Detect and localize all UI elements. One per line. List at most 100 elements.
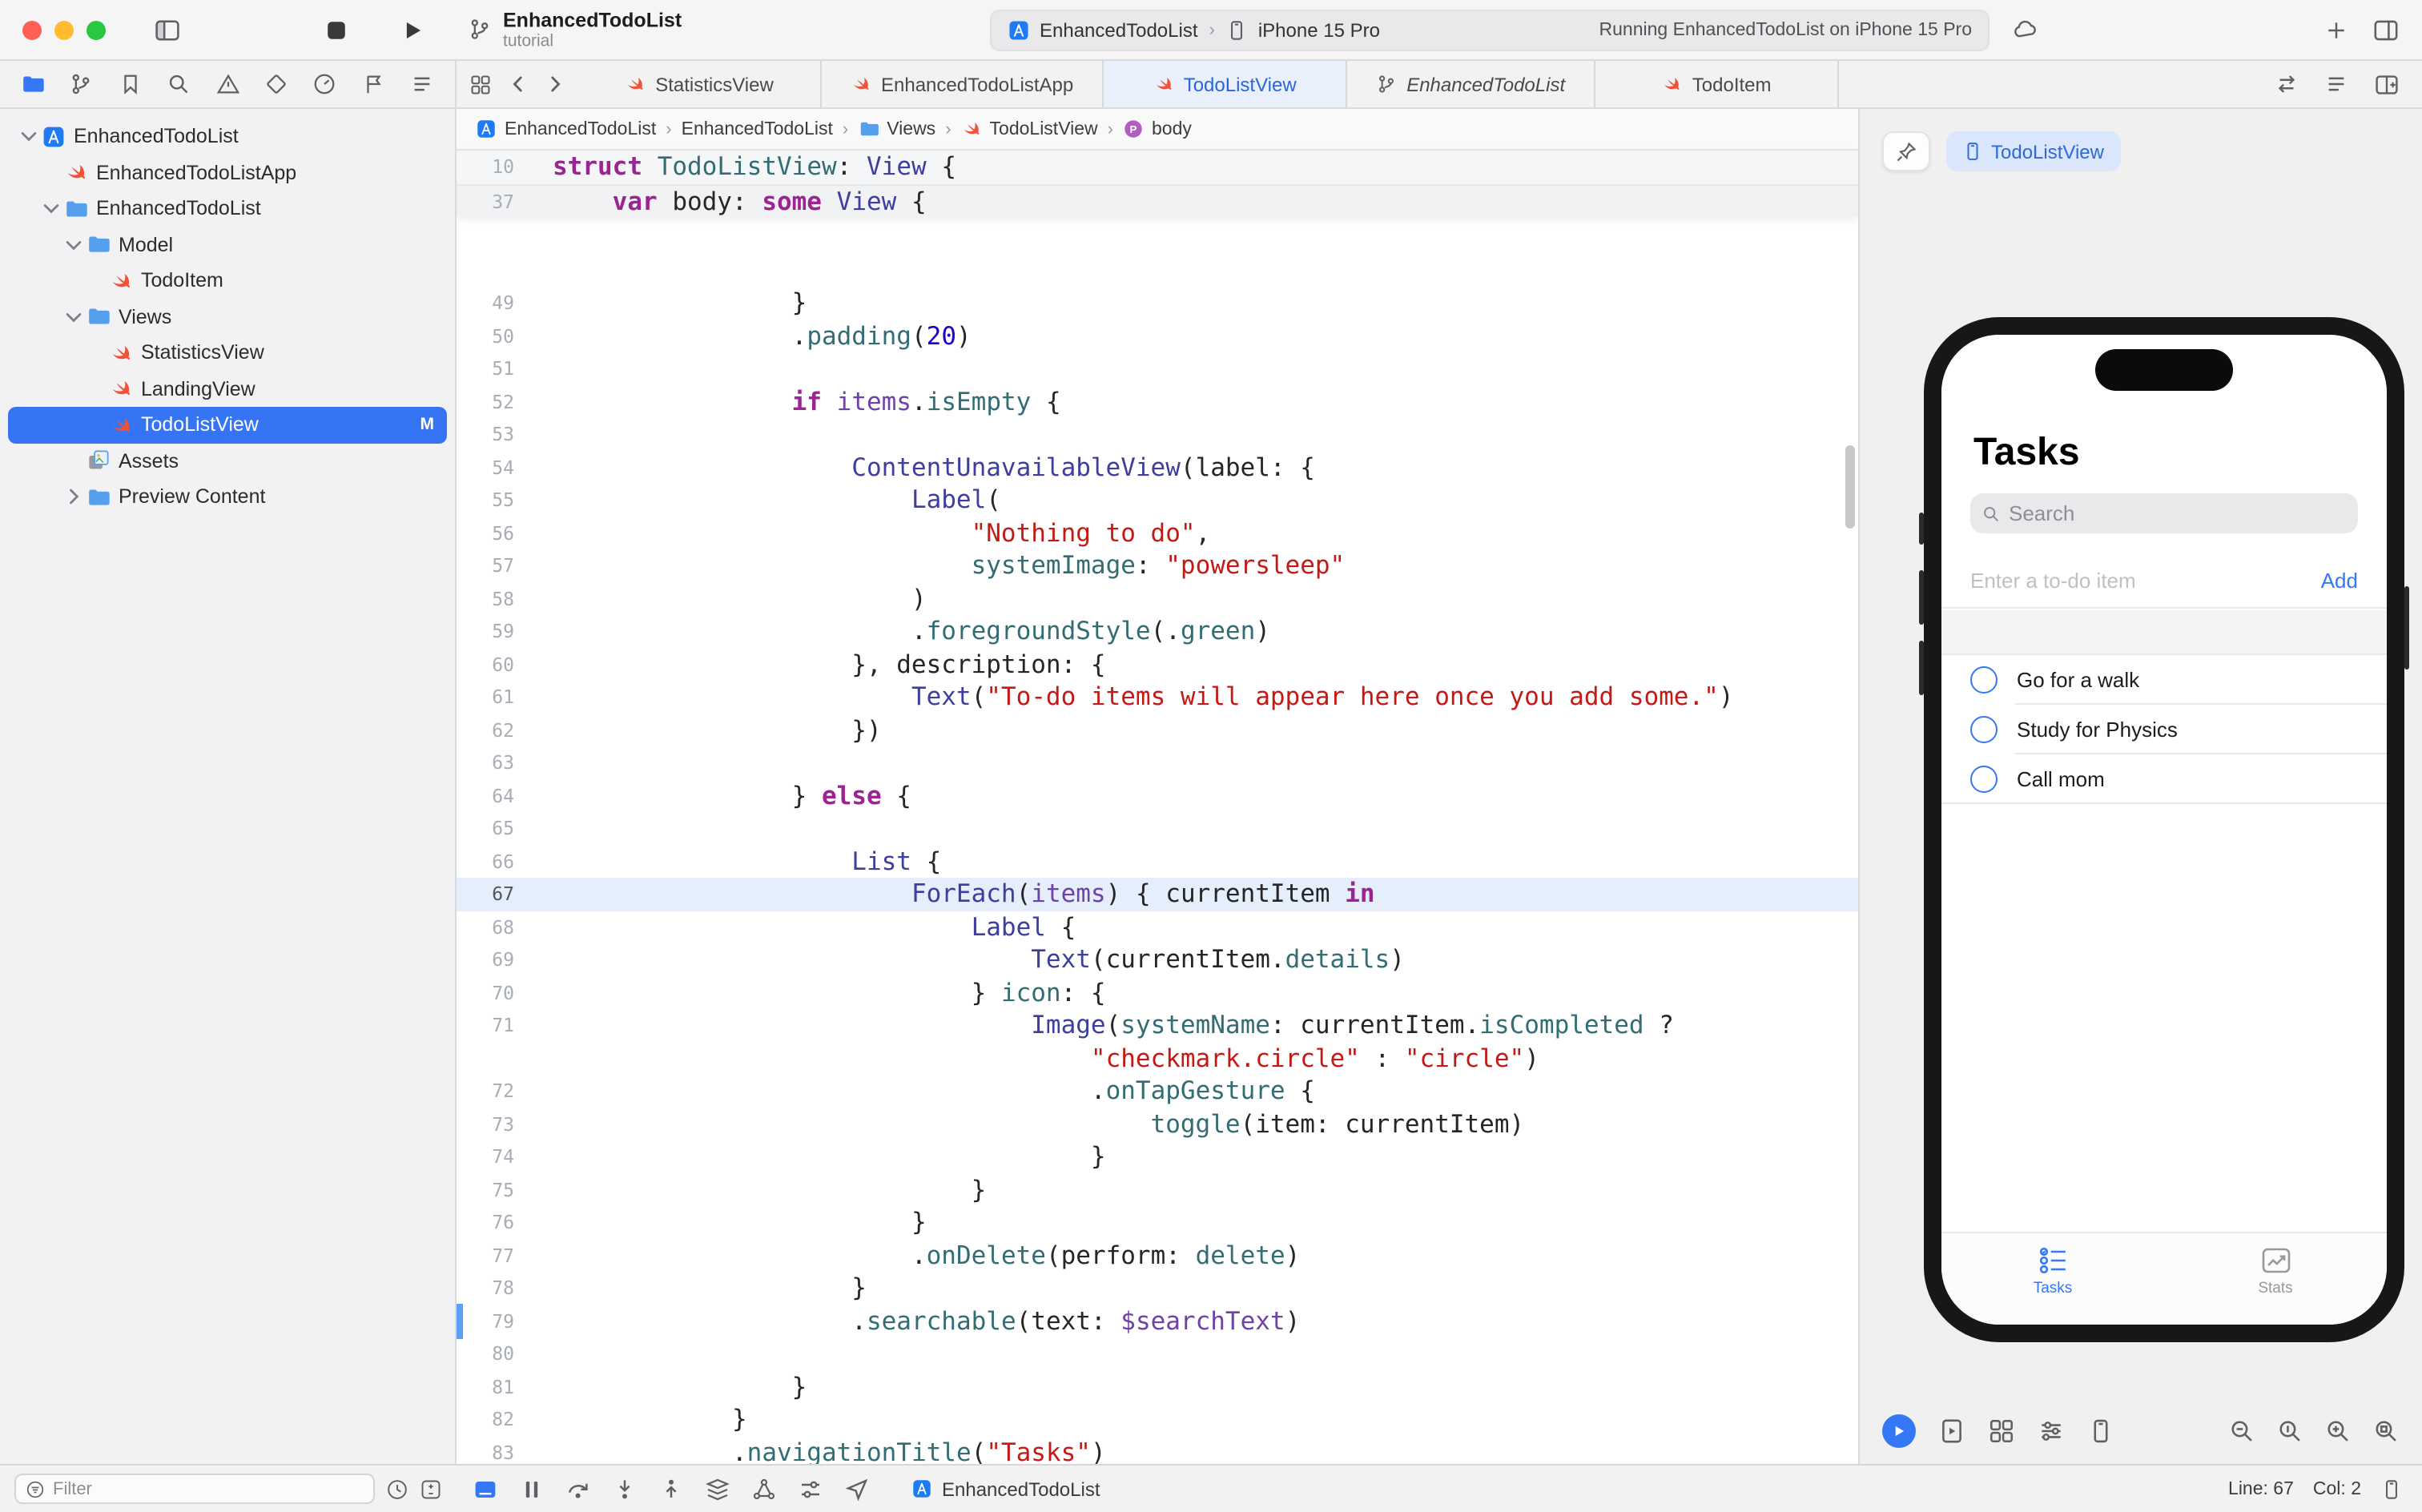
destination-device-icon	[1226, 18, 1249, 41]
jump-bar[interactable]: EnhancedTodoList› EnhancedTodoList› View…	[457, 109, 1858, 151]
sliders-icon[interactable]	[2038, 1417, 2065, 1444]
navigator-tab-breakpoints-icon[interactable]	[361, 72, 385, 96]
code-line-10: 10struct TodoListView: View {	[457, 151, 1858, 183]
navigator-tab-find-icon[interactable]	[167, 72, 191, 96]
preview-tab-tasks[interactable]: Tasks	[1941, 1233, 2164, 1325]
navigator-tab-tests-icon[interactable]	[264, 72, 288, 96]
simulate-location-icon[interactable]	[844, 1476, 870, 1502]
zoom-out-icon[interactable]	[2228, 1417, 2255, 1444]
breadcrumb-todolistview[interactable]: TodoListView	[961, 119, 1098, 139]
go-forward-icon[interactable]	[545, 74, 565, 94]
live-preview-button[interactable]	[1882, 1413, 1916, 1447]
navigator-tab-reports-icon[interactable]	[410, 72, 434, 96]
todo-circle-icon[interactable]	[1970, 666, 1998, 694]
breadcrumb-enhancedtodolist[interactable]: EnhancedTodoList	[682, 119, 833, 139]
todo-row[interactable]: Call mom	[1941, 754, 2387, 804]
scheme-selector[interactable]: EnhancedTodoList › iPhone 15 Pro Running…	[990, 9, 1990, 50]
disclosure-open-icon[interactable]	[62, 306, 85, 328]
editor-scrollbar[interactable]	[1845, 445, 1855, 529]
line-number: 37	[457, 185, 530, 216]
sidebar-item-todoitem[interactable]: TodoItem	[8, 263, 447, 299]
device-indicator-icon[interactable]	[2380, 1478, 2403, 1500]
run-button[interactable]	[400, 18, 424, 42]
running-app-chip[interactable]: EnhancedTodoList	[911, 1478, 1100, 1500]
navigator-tab-source-control-icon[interactable]	[70, 72, 94, 96]
step-out-icon[interactable]	[658, 1476, 684, 1502]
sidebar-item-preview-content[interactable]: Preview Content	[8, 479, 447, 515]
sidebar-item-enhancedtodolistapp[interactable]: EnhancedTodoListApp	[8, 155, 447, 191]
close-window-button[interactable]	[22, 20, 42, 39]
project-title-block[interactable]: EnhancedTodoList tutorial	[468, 9, 682, 51]
add-tab-icon[interactable]	[2324, 18, 2348, 42]
step-over-icon[interactable]	[565, 1476, 591, 1502]
navigator-tab-project-navigator-icon[interactable]	[21, 72, 45, 96]
step-into-icon[interactable]	[612, 1476, 638, 1502]
tab-enhancedtodolistapp[interactable]: EnhancedTodoListApp	[822, 61, 1104, 107]
recent-files-icon[interactable]	[386, 1478, 408, 1500]
sidebar-item-statisticsview[interactable]: StatisticsView	[8, 335, 447, 371]
tab-statisticsview[interactable]: StatisticsView	[578, 61, 822, 107]
go-back-icon[interactable]	[508, 74, 529, 94]
related-items-icon[interactable]	[1988, 1417, 2015, 1444]
disclosure-open-icon[interactable]	[40, 198, 62, 220]
run-destination[interactable]: iPhone 15 Pro	[1258, 18, 1380, 41]
folder-icon	[858, 119, 879, 139]
iphone-frame: Tasks Search Enter a to-do item Add Go f…	[1924, 317, 2404, 1342]
code-line-67: 67 ForEach(items) { currentItem in	[457, 878, 1858, 911]
todo-row[interactable]: Go for a walk	[1941, 655, 2387, 705]
minimize-window-button[interactable]	[54, 20, 74, 39]
sidebar-item-assets[interactable]: Assets	[8, 443, 447, 479]
phone-icon[interactable]	[2087, 1417, 2114, 1444]
navigator-tab-debug-icon[interactable]	[313, 72, 337, 96]
environment-overrides-icon[interactable]	[798, 1476, 823, 1502]
add-editor-icon[interactable]	[2374, 71, 2400, 97]
disclosure-open-icon[interactable]	[62, 234, 85, 256]
zoom-in-icon[interactable]	[2324, 1417, 2352, 1444]
disclosure-open-icon[interactable]	[18, 126, 40, 148]
navigator-tab-bookmarks-icon[interactable]	[119, 72, 143, 96]
filter-input[interactable]: Filter	[14, 1474, 375, 1504]
sidebar-item-todolistview[interactable]: TodoListViewM	[8, 407, 447, 443]
sidebar-item-enhancedtodolist[interactable]: EnhancedTodoList	[8, 191, 447, 227]
related-items-icon[interactable]	[469, 73, 492, 95]
navigator-tab-issues-icon[interactable]	[215, 72, 239, 96]
view-debugger-icon[interactable]	[705, 1476, 730, 1502]
preview-tab-stats[interactable]: Stats	[2164, 1233, 2387, 1325]
stop-button[interactable]	[324, 17, 349, 42]
tab-enhancedtodolist[interactable]: EnhancedTodoList	[1347, 61, 1595, 107]
sidebar-item-landingview[interactable]: LandingView	[8, 371, 447, 407]
sidebar-item-model[interactable]: Model	[8, 227, 447, 263]
breadcrumb-views[interactable]: Views	[858, 119, 935, 139]
todo-circle-icon[interactable]	[1970, 716, 1998, 743]
disclosure-closed-icon[interactable]	[62, 486, 85, 509]
zoom-window-button[interactable]	[86, 20, 106, 39]
cloud-status-icon[interactable]	[2012, 17, 2038, 42]
breadcrumb-body[interactable]: P body	[1123, 119, 1192, 139]
source-editor[interactable]: EnhancedTodoList› EnhancedTodoList› View…	[457, 109, 1858, 1464]
pin-preview-button[interactable]	[1882, 131, 1930, 171]
minimap-menu-icon[interactable]	[2324, 72, 2348, 96]
todo-input-placeholder[interactable]: Enter a to-do item	[1970, 569, 2136, 593]
pause-icon[interactable]	[519, 1476, 545, 1502]
code-review-icon[interactable]	[2275, 72, 2299, 96]
zoom-actual-icon[interactable]	[2276, 1417, 2303, 1444]
debug-area-icon[interactable]	[473, 1476, 498, 1502]
tab-todolistview[interactable]: TodoListView	[1104, 61, 1347, 107]
memory-graph-icon[interactable]	[751, 1476, 777, 1502]
preview-target-chip[interactable]: TodoListView	[1946, 131, 2120, 171]
breadcrumb-enhancedtodolist[interactable]: EnhancedTodoList	[476, 119, 656, 139]
add-todo-button[interactable]: Add	[2321, 569, 2358, 593]
source-control-status-icon[interactable]	[420, 1478, 442, 1500]
todo-circle-icon[interactable]	[1970, 766, 1998, 793]
preview-doc-icon[interactable]	[1938, 1417, 1965, 1444]
tab-todoitem[interactable]: TodoItem	[1595, 61, 1839, 107]
code-area[interactable]: 49 }50 .padding(20)5152 if items.isEmpty…	[457, 218, 1858, 1464]
editor-layout-icon[interactable]	[2372, 16, 2400, 43]
scheme-app-name[interactable]: EnhancedTodoList	[1040, 18, 1198, 41]
preview-search-field[interactable]: Search	[1970, 493, 2358, 533]
sidebar-item-enhancedtodolist[interactable]: EnhancedTodoList	[8, 119, 447, 155]
toggle-navigator-icon[interactable]	[154, 16, 181, 43]
todo-row[interactable]: Study for Physics	[1941, 705, 2387, 754]
sidebar-item-views[interactable]: Views	[8, 299, 447, 335]
zoom-fit-icon[interactable]	[2372, 1417, 2400, 1444]
